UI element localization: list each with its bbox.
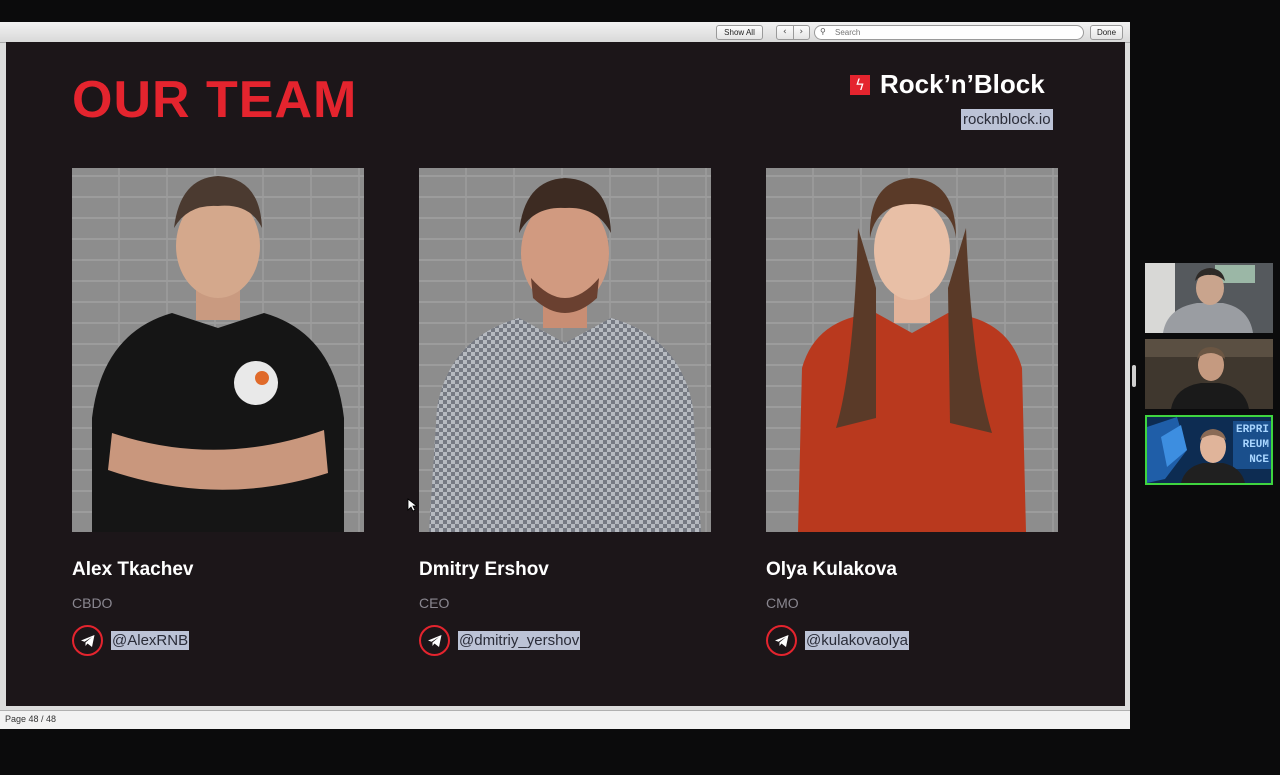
member-photo [72, 168, 364, 532]
participant-tile-1[interactable] [1145, 263, 1273, 333]
page-indicator: Page 48 / 48 [5, 714, 57, 724]
background-text: ERPRI REUM NCE [1235, 424, 1269, 466]
participant-video [1145, 339, 1273, 409]
member-photo [419, 168, 711, 532]
telegram-icon[interactable] [419, 625, 450, 656]
team-card-1: Alex Tkachev CBDO @AlexRNB [72, 168, 364, 656]
team-card-3: Olya Kulakova CMO @kulakovaolya [766, 168, 1058, 656]
member-name: Alex Tkachev [72, 559, 194, 580]
member-social: @AlexRNB [72, 625, 190, 656]
brand-url: rocknblock.io [961, 109, 1053, 130]
page-nav: ‹ › [776, 25, 810, 40]
chevron-left-icon[interactable]: ‹ [777, 26, 794, 39]
member-role: CEO [419, 595, 450, 611]
participant-tile-3-active-speaker[interactable]: ERPRI REUM NCE [1145, 415, 1273, 485]
member-silhouette [798, 178, 1026, 532]
splitter-handle[interactable] [1132, 365, 1136, 387]
search-input[interactable] [835, 26, 1075, 39]
team-card-2: Dmitry Ershov CEO @dmitriy_yershov [419, 168, 711, 656]
member-social: @dmitriy_yershov [419, 625, 581, 656]
brand-logo: ϟ Rock’n’Block [850, 69, 1045, 100]
member-silhouette [92, 176, 344, 532]
participant-tile-2[interactable] [1145, 339, 1273, 409]
search-field[interactable]: ⚲ [814, 25, 1084, 40]
search-icon: ⚲ [820, 27, 826, 36]
chevron-right-icon[interactable]: › [794, 26, 810, 39]
member-photo [766, 168, 1058, 532]
brand-name: Rock’n’Block [880, 69, 1045, 99]
member-name: Olya Kulakova [766, 559, 897, 580]
show-all-button[interactable]: Show All [716, 25, 763, 40]
done-button[interactable]: Done [1090, 25, 1123, 40]
status-bar: Page 48 / 48 [0, 710, 1130, 729]
telegram-handle[interactable]: @AlexRNB [111, 631, 190, 650]
mouse-cursor-icon [407, 498, 417, 512]
slide: OUR TEAM ϟ Rock’n’Block rocknblock.io Al… [6, 42, 1125, 706]
lightning-icon: ϟ [850, 74, 870, 95]
telegram-icon[interactable] [72, 625, 103, 656]
member-role: CBDO [72, 595, 113, 611]
member-name: Dmitry Ershov [419, 559, 549, 580]
slide-title: OUR TEAM [72, 71, 358, 129]
telegram-handle[interactable]: @dmitriy_yershov [458, 631, 581, 650]
member-social: @kulakovaolya [766, 625, 909, 656]
telegram-icon[interactable] [766, 625, 797, 656]
member-role: CMO [766, 595, 799, 611]
member-silhouette [429, 178, 701, 532]
participant-video [1145, 263, 1273, 333]
toolbar: Show All ‹ › ⚲ Done [0, 22, 1130, 43]
telegram-handle[interactable]: @kulakovaolya [805, 631, 909, 650]
preview-window: Show All ‹ › ⚲ Done OUR TEAM ϟ Rock’n’Bl… [0, 22, 1130, 729]
